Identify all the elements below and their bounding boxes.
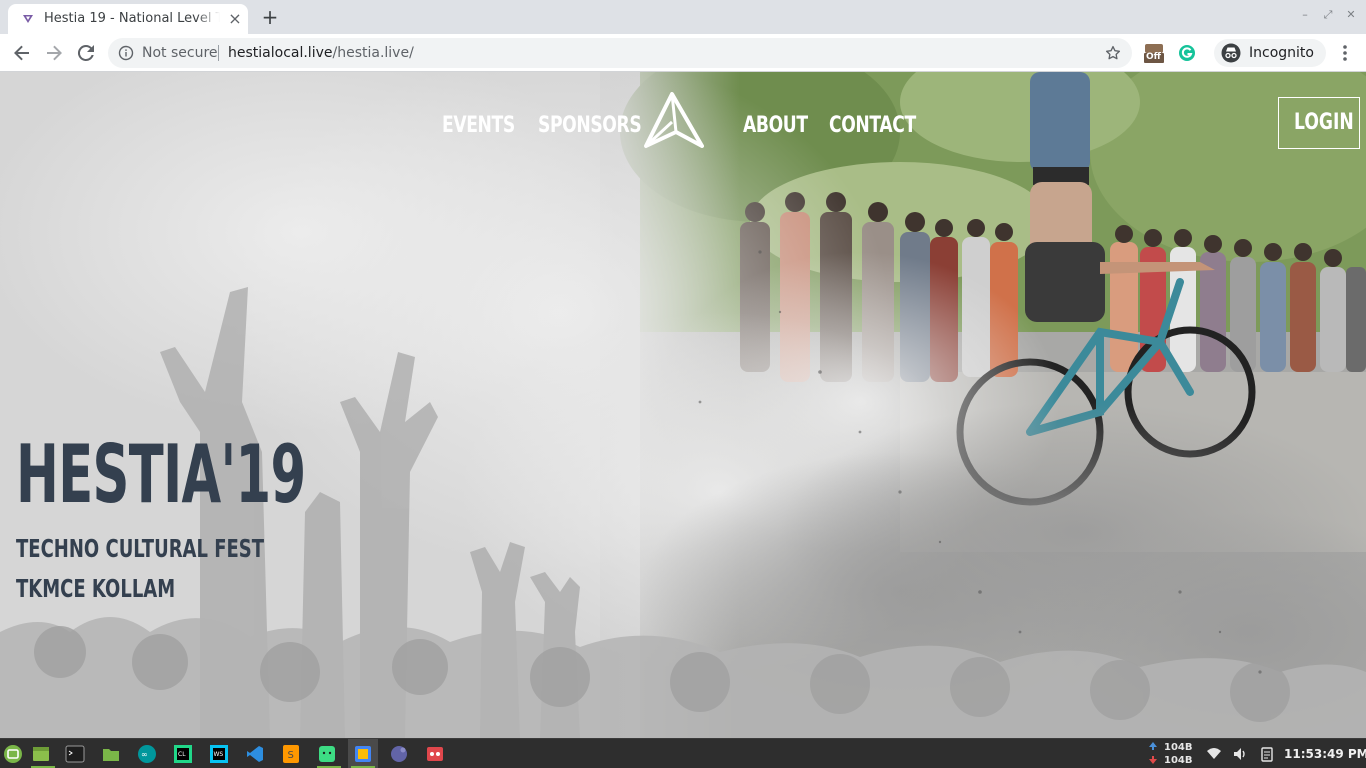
address-bar[interactable]: Not secure hestialocal.live/hestia.live/ [108, 38, 1132, 68]
minimize-button[interactable]: – [1298, 8, 1312, 22]
off-badge-label: Off [1146, 52, 1161, 62]
hero-title: HESTIA'19 [16, 428, 306, 521]
security-status[interactable]: Not secure [142, 44, 218, 62]
back-arrow-icon[interactable] [10, 41, 34, 65]
incognito-badge[interactable]: Incognito [1214, 39, 1326, 67]
info-icon[interactable] [118, 45, 134, 61]
android-studio-icon[interactable] [317, 744, 337, 764]
tab-strip: Hestia 19 - National Level Techno Cultur… [0, 0, 1366, 34]
hestia-logo-icon[interactable] [642, 92, 704, 150]
upload-arrow-icon [1149, 742, 1157, 750]
url-path: /hestia.live/ [332, 45, 414, 61]
nav-sponsors-link[interactable]: SPONSORS [538, 112, 642, 140]
grammarly-icon[interactable] [1176, 42, 1198, 64]
off-extension-icon[interactable]: Off [1143, 42, 1165, 64]
bookmark-star-icon[interactable] [1104, 44, 1122, 62]
teams-icon[interactable] [389, 744, 409, 764]
login-button[interactable]: LOGIN [1278, 97, 1360, 149]
hestia-favicon-icon [23, 15, 33, 23]
hero-subtitle-college: TKMCE KOLLAM [16, 574, 176, 603]
os-taskbar: ∞ CL WS S 104B 104B 11:53:49 PM [0, 738, 1366, 768]
page-viewport: EVENTS SPONSORS ABOUT CONTACT LOGIN HEST… [0, 72, 1366, 738]
vscode-icon[interactable] [245, 744, 265, 764]
arduino-icon[interactable]: ∞ [137, 744, 157, 764]
nav-events-link[interactable]: EVENTS [442, 112, 515, 140]
login-label: LOGIN [1294, 110, 1354, 135]
system-clock[interactable]: 11:53:49 PM [1284, 746, 1366, 762]
browser-toolbar: Not secure hestialocal.live/hestia.live/… [0, 34, 1366, 72]
files-icon[interactable] [101, 744, 121, 764]
hero-background-image [0, 72, 1366, 738]
clion-icon[interactable]: CL [173, 744, 193, 764]
wifi-icon[interactable] [1206, 746, 1222, 762]
nav-about-link[interactable]: ABOUT [743, 112, 808, 140]
download-speed: 104B [1164, 755, 1193, 766]
tab-close-icon[interactable]: × [227, 11, 243, 27]
incognito-label: Incognito [1249, 45, 1314, 61]
browser-menu-icon[interactable] [1336, 41, 1354, 65]
url-host: hestialocal.live [228, 45, 333, 61]
hero-subtitle-fest: TECHNO CULTURAL FEST [16, 534, 265, 563]
show-desktop-icon[interactable] [31, 744, 51, 764]
terminal-icon[interactable] [65, 744, 85, 764]
webstorm-icon[interactable]: WS [209, 744, 229, 764]
tab-title: Hestia 19 - National Level Techno Cultur… [44, 10, 220, 28]
svg-text:∞: ∞ [141, 750, 148, 759]
new-tab-button[interactable]: + [258, 6, 282, 28]
upload-speed: 104B [1164, 742, 1193, 753]
volume-icon[interactable] [1232, 746, 1248, 762]
clipboard-icon[interactable] [1259, 746, 1275, 762]
maximize-button[interactable]: ⤢ [1321, 8, 1335, 22]
download-arrow-icon [1149, 756, 1157, 764]
omnibox-divider [218, 45, 219, 61]
svg-text:CL: CL [178, 751, 186, 758]
browser-tab[interactable]: Hestia 19 - National Level Techno Cultur… [8, 4, 248, 34]
chrome-icon[interactable] [353, 744, 373, 764]
sublime-text-icon[interactable]: S [281, 744, 301, 764]
reload-icon[interactable] [74, 41, 98, 65]
mint-menu-icon[interactable] [3, 744, 23, 764]
svg-text:S: S [288, 750, 294, 761]
app-icon[interactable] [425, 744, 445, 764]
incognito-icon [1221, 43, 1241, 63]
url-text[interactable]: hestialocal.live/hestia.live/ [228, 44, 414, 62]
close-window-button[interactable]: ✕ [1344, 8, 1358, 22]
svg-text:WS: WS [214, 751, 224, 758]
forward-arrow-icon[interactable] [42, 41, 66, 65]
nav-contact-link[interactable]: CONTACT [829, 112, 916, 140]
